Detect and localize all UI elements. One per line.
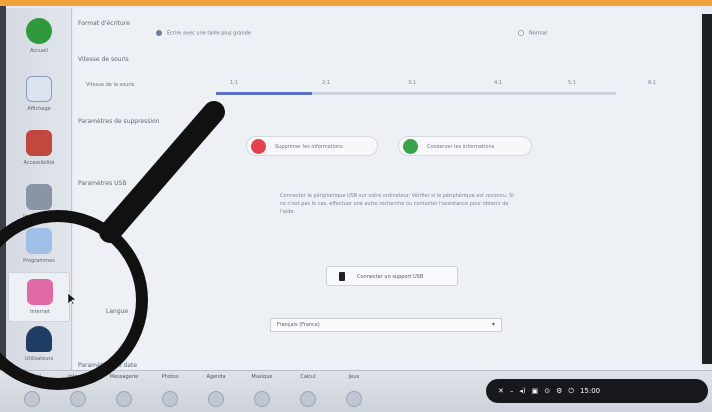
volume-icon: ◂) [519,387,526,395]
taskbar-item-mail[interactable]: Messagerie [102,374,146,407]
keep-info-button[interactable]: Conserver les informations [398,136,532,156]
language-section-title: Langue [106,308,129,315]
sidebar-item-accessibility[interactable]: Accessibilité [8,124,70,174]
delete-icon [251,139,266,154]
mouse-speed-fill [216,92,312,95]
settings-icon: ⚙ [556,387,563,395]
speed-tick: 1:1 [230,80,239,86]
radio-selected-icon [156,30,162,36]
sidebar-item-programs[interactable]: Programmes [8,222,70,272]
sidebar-item-users[interactable]: Utilisateurs [8,320,70,370]
mail-icon [116,391,132,407]
tools-icon: ✕ [498,387,504,395]
dash-icon: – [509,387,514,395]
music-icon [254,391,270,407]
home-icon [24,391,40,407]
sidebar-item-label: Imprimantes [23,214,55,220]
taskbar-item-home[interactable]: Accueil [10,374,54,407]
remove-section-title: Paramètres de suppression [78,118,160,125]
usb-section-title: Paramètres USB [78,180,127,187]
speed-tick: 3:1 [408,80,417,86]
user-icon [26,326,52,352]
sidebar-item-label: Utilisateurs [24,356,54,362]
font-section-title: Format d'écriture [78,20,130,27]
wifi-icon: ⊙ [544,387,551,395]
taskbar-item-games[interactable]: Jeux [332,374,376,407]
delete-info-button[interactable]: Supprimer les informations [246,136,378,156]
sidebar-item-display[interactable]: Affichage [8,70,70,120]
sidebar-item-label: Affichage [27,106,51,112]
font-option-large[interactable]: Ecrire avec une taille plus grande [156,30,251,37]
font-option-normal[interactable]: Normal [518,30,547,37]
check-icon [403,139,418,154]
mouse-cursor-icon [68,293,76,305]
usb-instructions: Connecter le périphérique USB sur votre … [280,193,514,215]
calculator-icon [300,391,316,407]
speed-tick: 5:1 [568,80,577,86]
sidebar-item-label: Internet [30,309,50,315]
taskbar-item-internet[interactable]: Internet [56,374,100,407]
calendar-icon [208,391,224,407]
taskbar-item-photos[interactable]: Photos [148,374,192,407]
speed-tick: 4:1 [494,80,503,86]
games-icon [346,391,362,407]
internet-icon [27,279,53,305]
date-section-title: Paramètres de date [78,362,138,369]
taskbar-item-agenda[interactable]: Agenda [194,374,238,407]
sidebar-item-printers[interactable]: Imprimantes [8,178,70,228]
settings-sidebar: Accueil Affichage Accessibilité Impriman… [6,8,72,370]
mouse-section-title: Vitesse de souris [78,56,129,63]
programs-icon [26,228,52,254]
connect-usb-button[interactable]: Connecter un support USB [326,266,458,286]
radio-empty-icon [518,30,524,36]
speed-tick: 6:1 [648,80,657,86]
accessibility-icon [26,130,52,156]
home-icon [26,18,52,44]
taskbar-item-calc[interactable]: Calcul [286,374,330,407]
speed-tick: 2:1 [322,80,331,86]
clock-text: 15:00 [579,387,601,395]
sidebar-item-internet[interactable]: Internet [8,272,70,322]
usb-icon [339,272,345,281]
right-window-edge [702,14,712,364]
display-icon [26,76,52,102]
mouse-speed-label: Vitesse de la souris [86,82,135,88]
sidebar-item-label: Accessibilité [23,160,55,166]
sidebar-item-home[interactable]: Accueil [8,12,70,62]
taskbar: Accueil Internet Messagerie Photos Agend… [0,370,712,412]
settings-content: Format d'écriture Ecrire avec une taille… [74,8,700,370]
chevron-down-icon: ▾ [491,321,495,328]
globe-icon [70,391,86,407]
window-top-accent [0,0,712,6]
sidebar-item-label: Accueil [30,48,48,54]
power-icon: ⏻ [568,387,574,395]
taskbar-item-music[interactable]: Musique [240,374,284,407]
system-tray[interactable]: ✕ – ◂) ▣ ⊙ ⚙ ⏻ 15:00 [486,379,708,403]
language-select[interactable]: Français (France) ▾ [270,318,502,332]
photo-icon [162,391,178,407]
printer-icon [26,184,52,210]
network-icon: ▣ [531,387,539,395]
sidebar-item-label: Programmes [23,258,55,264]
